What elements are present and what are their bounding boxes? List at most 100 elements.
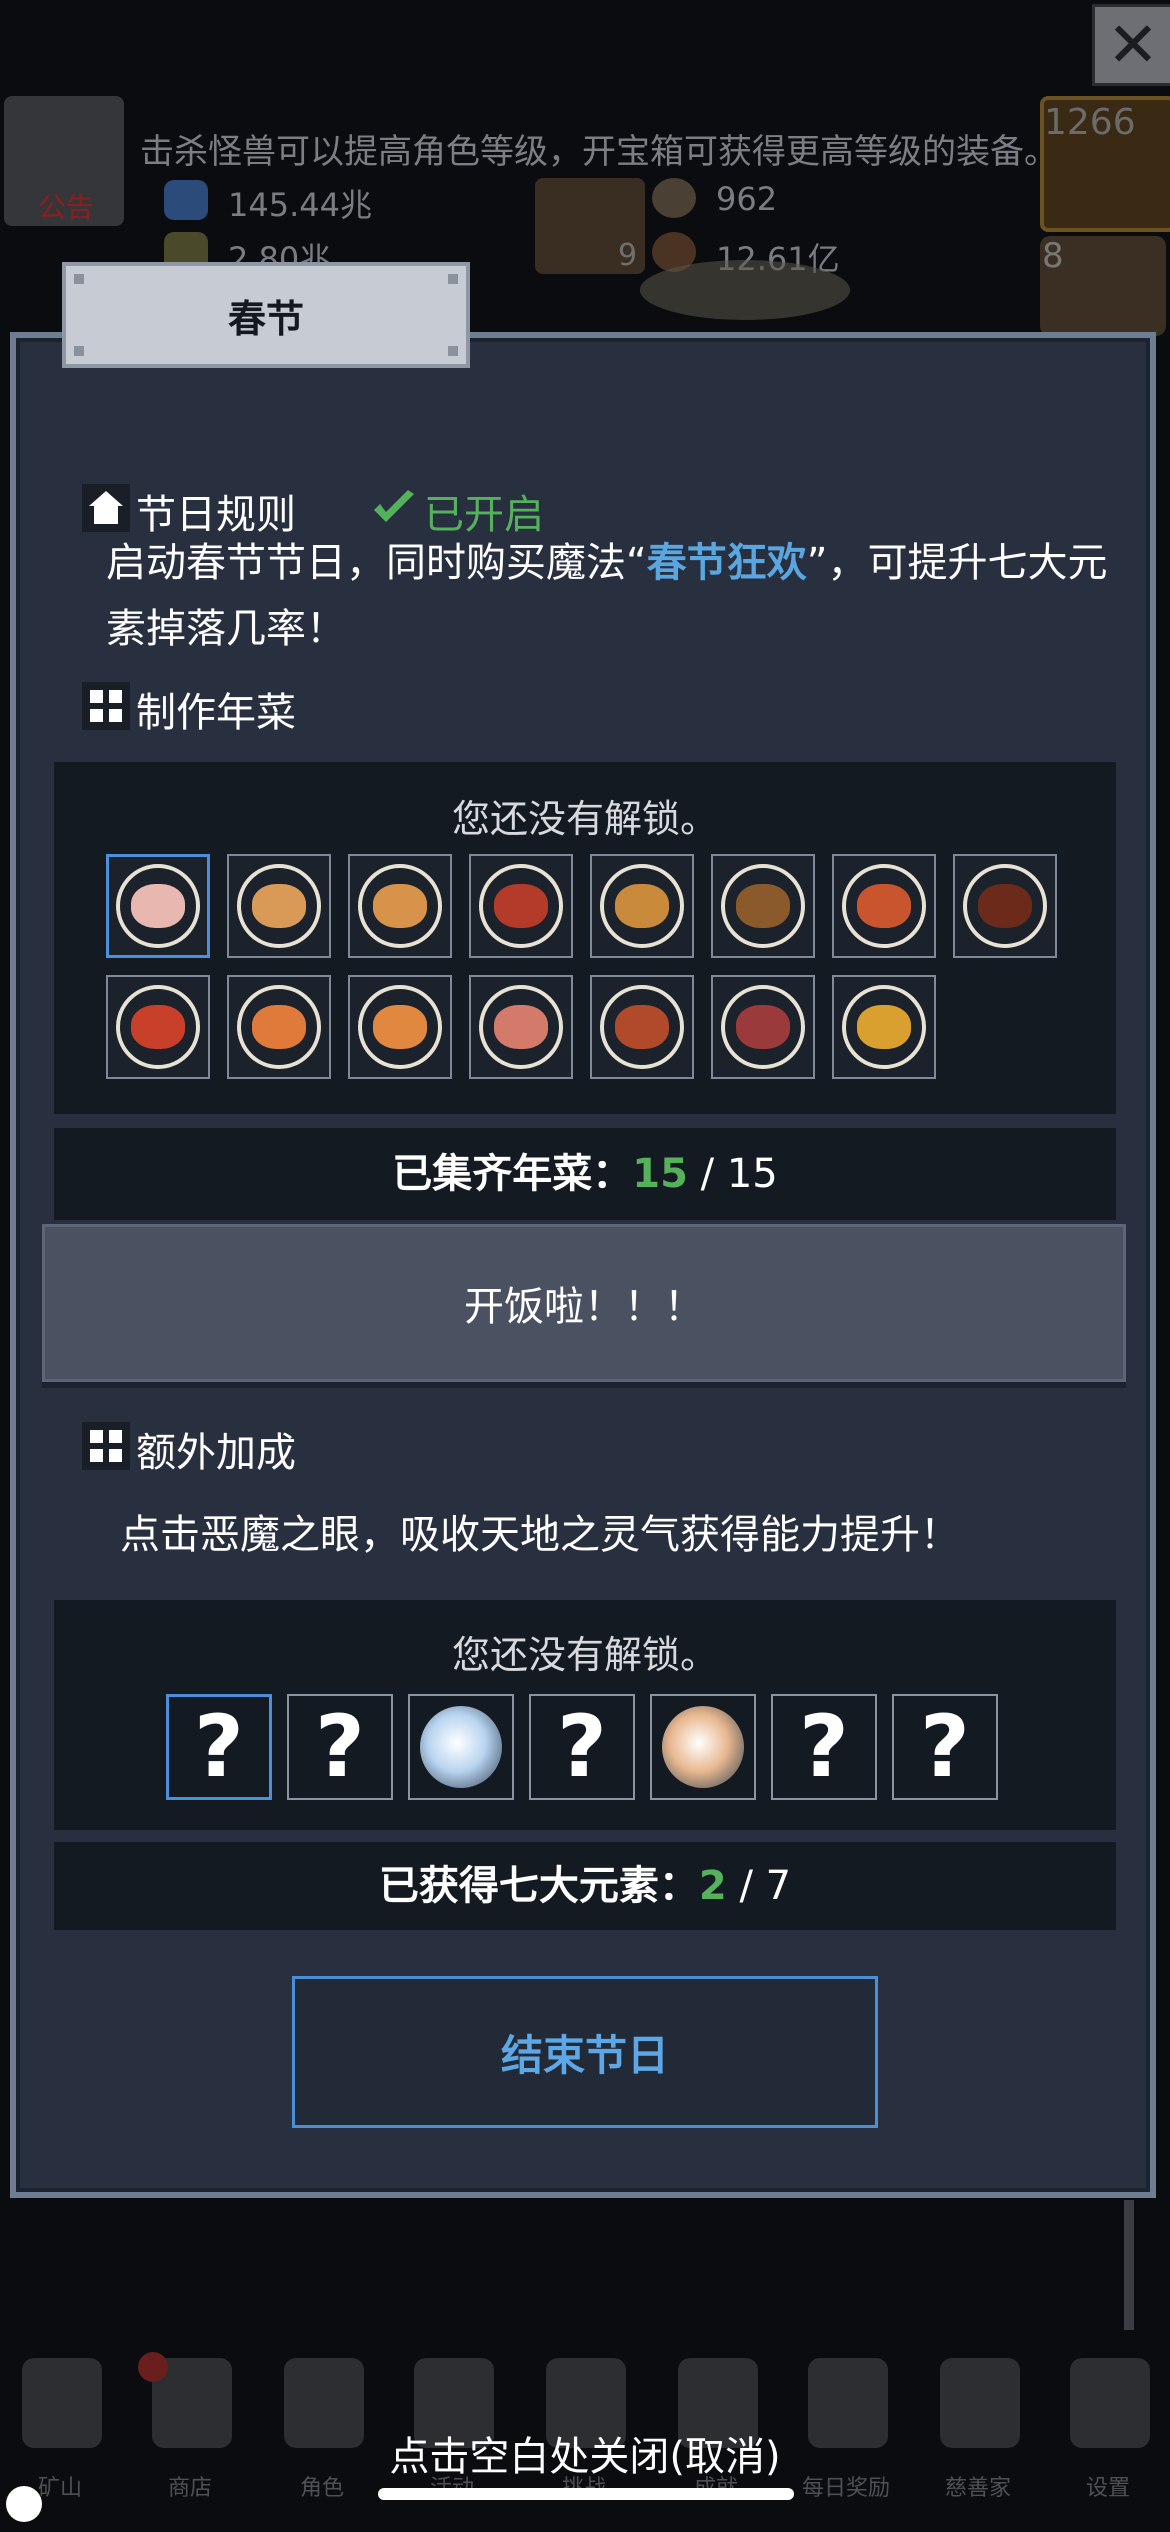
plate-icon [479, 864, 563, 948]
dishes-count-total: 15 [726, 1151, 778, 1197]
bonus-title: 额外加成 [136, 1430, 296, 1476]
home-indicator[interactable] [378, 2488, 794, 2500]
nav-label: 设置 [1085, 2476, 1130, 2501]
element-slot-unknown[interactable]: ? [166, 1694, 272, 1800]
dishes-title: 制作年菜 [136, 690, 296, 736]
plate-icon [842, 864, 926, 948]
element-slot-owned[interactable] [408, 1694, 514, 1800]
dish-icon [857, 884, 911, 928]
dish-slot-braised-pork[interactable] [953, 854, 1057, 958]
grid-icon [82, 682, 130, 730]
dish-icon [131, 884, 185, 928]
dishes-count-bar: 已集齐年菜：15 / 15 [54, 1128, 1116, 1220]
dish-icon [857, 1005, 911, 1049]
close-button[interactable]: ✕ [1092, 4, 1170, 86]
potion-count: 1266 [1044, 102, 1136, 143]
nav-label: 商店 [167, 2476, 212, 2501]
elements-count-label: 已获得七大元素： [378, 1863, 699, 1909]
plate-icon [600, 864, 684, 948]
tip-text: 击杀怪兽可以提高角色等级，开宝箱可获得更高等级的装备。 [140, 132, 1058, 172]
dishes-locked-text: 您还没有解锁。 [451, 797, 718, 841]
rivet-icon [74, 346, 84, 356]
scrollbar[interactable] [1124, 2200, 1134, 2330]
element-slot-unknown[interactable]: ? [529, 1694, 635, 1800]
dish-slot-steamed-fish[interactable] [711, 975, 815, 1079]
dishes-count-label: 已集齐年菜： [392, 1151, 633, 1197]
home-icon [82, 484, 130, 532]
dish-slot-stir-fry-greens[interactable] [711, 854, 815, 958]
nav-item-settings[interactable]: 设置 [1048, 2348, 1168, 2532]
nav-item-philanthropist[interactable]: 慈善家 [918, 2348, 1038, 2532]
skull-icon [284, 2358, 364, 2448]
quote-open: “ [626, 540, 647, 586]
elements-count-bar: 已获得七大元素：2 / 7 [54, 1842, 1116, 1930]
spellbook-count: 9 [618, 238, 638, 273]
nav-label: 每日奖励 [801, 2476, 890, 2501]
dish-slot-xiaolongbao[interactable] [348, 854, 452, 958]
nav-item-daily-reward[interactable]: 每日奖励 [786, 2348, 906, 2532]
dish-slot-bun[interactable] [106, 854, 210, 958]
bonus-description: 点击恶魔之眼，吸收天地之灵气获得能力提升！ [120, 1512, 960, 1558]
dish-slot-fish-stew[interactable] [590, 975, 694, 1079]
checkmark-icon [370, 488, 418, 528]
elements-locked-text: 您还没有解锁。 [451, 1633, 718, 1677]
rivet-icon [448, 274, 458, 284]
bread-icon [940, 2358, 1020, 2448]
plate-icon [721, 985, 805, 1069]
element-orb-icon [420, 1706, 502, 1788]
dish-icon [373, 1005, 427, 1049]
dish-slot-shrimp-plate[interactable] [832, 854, 936, 958]
dish-slot-pumpkin-soup[interactable] [348, 975, 452, 1079]
letter-icon [808, 2358, 888, 2448]
element-slot-owned[interactable] [650, 1694, 756, 1800]
plate-icon [600, 985, 684, 1069]
dish-icon [252, 1005, 306, 1049]
rivet-icon [74, 274, 84, 284]
dish-icon [494, 1005, 548, 1049]
elements-panel: 您还没有解锁。 ????? [54, 1600, 1116, 1830]
element-slot-unknown[interactable]: ? [771, 1694, 877, 1800]
end-festival-button[interactable]: 结束节日 [292, 1976, 878, 2128]
nav-label: 慈善家 [944, 2476, 1011, 2501]
elements-count-total: 7 [765, 1863, 792, 1909]
elements-count-current: 2 [698, 1863, 727, 1909]
plate-icon [842, 985, 926, 1069]
plate-icon [237, 864, 321, 948]
assistive-touch-dot[interactable] [6, 2486, 42, 2522]
ore-icon [652, 178, 696, 218]
dish-icon [615, 884, 669, 928]
dish-slot-tomato-dish[interactable] [106, 975, 210, 1079]
rivet-icon [448, 346, 458, 356]
dish-slot-meatballs[interactable] [590, 854, 694, 958]
dish-icon [373, 884, 427, 928]
element-slot-unknown[interactable]: ? [892, 1694, 998, 1800]
dish-slot-prawns[interactable] [227, 975, 331, 1079]
dish-icon [494, 884, 548, 928]
background-glow [640, 260, 850, 320]
dish-slot-dumplings-steamed[interactable] [227, 854, 331, 958]
dish-slot-golden-soup[interactable] [832, 975, 936, 1079]
count-separator: / [726, 1863, 766, 1909]
plate-icon [721, 864, 805, 948]
magic-name-link[interactable]: 春节狂欢 [647, 540, 807, 586]
cook-button[interactable]: 开饭啦！！！ [42, 1224, 1126, 1382]
plate-icon [116, 864, 200, 948]
dish-slot-red-braise[interactable] [469, 854, 573, 958]
nav-item-shop[interactable]: 商店 [130, 2348, 250, 2532]
nav-item-character[interactable]: 角色 [262, 2348, 382, 2532]
mana-potion-icon [164, 180, 208, 220]
count-separator: / [687, 1151, 727, 1197]
notice-label: 公告 [38, 191, 95, 224]
close-hint-text[interactable]: 点击空白处关闭(取消) [378, 2424, 792, 2482]
dish-icon [736, 884, 790, 928]
rules-text-before: 启动春节节日，同时购买魔法 [106, 540, 626, 586]
chest-count: 8 [1042, 236, 1064, 276]
dishes-panel: 您还没有解锁。 [54, 762, 1116, 1114]
dialog-title: 春节 [62, 262, 470, 368]
element-slot-unknown[interactable]: ? [287, 1694, 393, 1800]
notification-badge [138, 2352, 168, 2382]
element-orb-icon [662, 1706, 744, 1788]
dish-icon [252, 884, 306, 928]
dish-slot-shrimp-soup[interactable] [469, 975, 573, 1079]
dishes-count-current: 15 [632, 1151, 688, 1197]
